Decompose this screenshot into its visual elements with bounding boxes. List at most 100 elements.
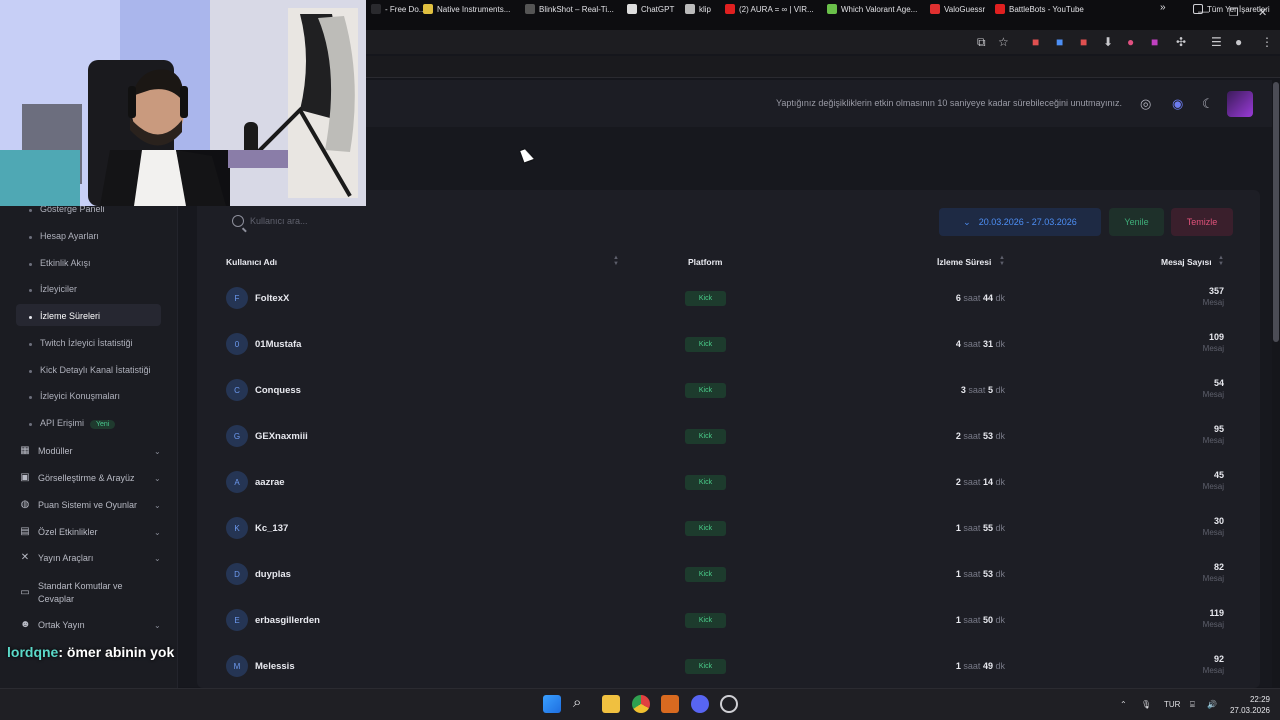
username-cell[interactable]: 01Mustafa (255, 339, 301, 350)
sidebar-item[interactable]: Etkinlik Akışı (40, 258, 91, 268)
user-avatar[interactable] (1227, 91, 1253, 117)
sidebar-group-label: Görselleştirme & Arayüz (38, 473, 135, 483)
bookmark-item[interactable]: BattleBots - YouTube (995, 4, 1084, 14)
more-bookmarks-button[interactable]: » (1160, 2, 1166, 13)
system-clock[interactable]: 22:29 27.03.2026 (1222, 694, 1270, 716)
platform-badge: Kick (685, 429, 726, 444)
microphone-icon[interactable]: 🎙 (1141, 700, 1151, 709)
sidebar-item[interactable]: Kick Detaylı Kanal İstatistiği (40, 365, 151, 375)
sidebar-item[interactable]: Twitch İzleyici İstatistiği (40, 338, 133, 348)
chat-overlay-message: lordqne: ömer abinin yok (7, 644, 174, 660)
message-count-cell: 30 (1213, 516, 1224, 526)
username-cell[interactable]: erbasgillerden (255, 615, 320, 626)
scrollbar-thumb[interactable] (1273, 82, 1279, 342)
bookmark-label: ValoGuessr (944, 4, 986, 14)
bookmark-star-icon[interactable]: ☆ (998, 35, 1009, 49)
chevron-down-icon[interactable]: ⌄ (154, 447, 161, 456)
sidebar-group[interactable]: ◍ Puan Sistemi ve Oyunlar (20, 500, 137, 511)
user-search[interactable]: Kullanıcı ara... (222, 209, 382, 233)
sidebar-bullet-icon (29, 209, 32, 212)
bookmark-item[interactable]: - Free Do... (371, 4, 425, 14)
username-cell[interactable]: Melessis (255, 661, 295, 672)
sort-icon[interactable]: ▲ ▼ (613, 255, 619, 267)
bookmark-item[interactable]: klip (685, 4, 711, 14)
sidebar-bullet-icon (29, 289, 32, 292)
browser-menu-icon[interactable]: ⋮ (1261, 35, 1273, 49)
extension-icon[interactable]: ■ (1151, 35, 1158, 49)
sidebar-item[interactable]: İzleyiciler (40, 284, 77, 294)
theme-moon-icon[interactable]: ☾ (1202, 96, 1214, 112)
sort-icon[interactable]: ▲ ▼ (1218, 255, 1224, 267)
sidebar-group[interactable]: ✕ Yayın Araçları (20, 553, 94, 564)
watch-time-cell: 6 saat 44 dk (900, 293, 1005, 303)
headset-support-icon[interactable]: ◎ (1140, 96, 1151, 112)
chevron-down-icon[interactable]: ⌄ (154, 501, 161, 510)
chevron-down-icon[interactable]: ⌄ (154, 528, 161, 537)
sidebar-group[interactable]: ☻ Ortak Yayın (20, 620, 85, 631)
column-header-watch-time[interactable]: İzleme Süresi (937, 257, 991, 267)
cast-icon[interactable]: ⧉ (977, 35, 986, 50)
sidebar-group[interactable]: ▤ Özel Etkinlikler (20, 526, 97, 538)
minutes-value: 49 (982, 661, 993, 671)
bookmark-item[interactable]: BlinkShot – Real-Ti... (525, 4, 614, 14)
tray-chevron-icon[interactable]: ⌃ (1120, 700, 1127, 709)
bookmark-item[interactable]: Which Valorant Age... (827, 4, 917, 14)
sidebar-group[interactable]: ▭ Standart Komutlar ve Cevaplar (20, 580, 122, 606)
bookmark-favicon-icon (627, 4, 637, 14)
message-count-cell: 357 (1208, 286, 1224, 296)
fl-studio-icon[interactable] (661, 695, 679, 713)
sort-icon[interactable]: ▲ ▼ (999, 255, 1005, 267)
bookmark-item[interactable]: (2) AURA = ∞ | VIR... (725, 4, 814, 14)
username-cell[interactable]: Kc_137 (255, 523, 288, 534)
user-initial-avatar: A (226, 471, 248, 493)
username-cell[interactable]: aazrae (255, 477, 285, 488)
file-explorer-icon[interactable] (602, 695, 620, 713)
extension-icon[interactable]: ■ (1080, 35, 1087, 49)
sidebar-item[interactable]: API Erişimi Yeni (40, 418, 116, 429)
sidebar-item[interactable]: Hesap Ayarları (40, 231, 99, 241)
extensions-puzzle-icon[interactable]: ✣ (1176, 35, 1186, 49)
sidebar-group[interactable]: ▣ Görselleştirme & Arayüz (20, 473, 135, 484)
volume-icon[interactable]: 🔊 (1207, 700, 1217, 709)
bookmark-favicon-icon (423, 4, 433, 14)
translate-extension-icon[interactable]: ■ (1056, 35, 1063, 49)
username-cell[interactable]: Conquess (255, 385, 301, 396)
username-cell[interactable]: duyplas (255, 569, 291, 580)
clear-button[interactable]: Temizle (1171, 208, 1233, 236)
username-cell[interactable]: FoltexX (255, 293, 289, 304)
username-cell[interactable]: GEXnaxmiii (255, 431, 308, 442)
app-taskbar-icon[interactable] (720, 695, 738, 713)
start-windows-icon[interactable] (543, 695, 561, 713)
discord-taskbar-icon[interactable] (691, 695, 709, 713)
chevron-down-icon[interactable]: ⌄ (154, 554, 161, 563)
column-header-username[interactable]: Kullanıcı Adı (226, 257, 277, 267)
date-range-picker[interactable]: ⌄ 20.03.2026 - 27.03.2026 (939, 208, 1101, 236)
column-header-messages[interactable]: Mesaj Sayısı (1161, 257, 1212, 267)
minutes-unit: dk (995, 431, 1005, 441)
minutes-value: 5 (987, 385, 993, 395)
platform-badge: Kick (685, 383, 726, 398)
language-indicator[interactable]: TUR (1164, 700, 1180, 709)
search-input[interactable]: Kullanıcı ara... (250, 216, 308, 226)
bookmark-item[interactable]: ValoGuessr (930, 4, 985, 14)
extension-icon[interactable]: ■ (1032, 35, 1039, 49)
chrome-icon[interactable] (632, 695, 650, 713)
sidebar-group[interactable]: ▦ Modüller (20, 446, 72, 457)
sidebar-item[interactable]: İzleyici Konuşmaları (40, 391, 120, 401)
taskbar-search-icon[interactable]: ⌕ (573, 694, 591, 712)
network-icon[interactable]: ⌸ (1190, 700, 1195, 710)
profile-avatar-icon[interactable]: ● (1235, 35, 1242, 49)
media-control-icon[interactable]: ☰ (1211, 35, 1222, 49)
bookmark-item[interactable]: ChatGPT (627, 4, 674, 14)
calendar-icon: ▤ (20, 526, 30, 537)
discord-icon[interactable]: ◉ (1172, 96, 1183, 112)
refresh-button[interactable]: Yenile (1109, 208, 1164, 236)
message-count-cell: 92 (1213, 654, 1224, 664)
bookmark-item[interactable]: Native Instruments... (423, 4, 510, 14)
sidebar-item[interactable]: İzleme Süreleri (40, 311, 100, 321)
chevron-down-icon[interactable]: ⌄ (154, 621, 161, 630)
all-bookmarks-button[interactable]: Tüm Yer İşaretleri (1193, 4, 1270, 14)
extension-icon[interactable]: ● (1127, 35, 1134, 49)
chevron-down-icon[interactable]: ⌄ (154, 474, 161, 483)
download-extension-icon[interactable]: ⬇ (1103, 35, 1113, 49)
